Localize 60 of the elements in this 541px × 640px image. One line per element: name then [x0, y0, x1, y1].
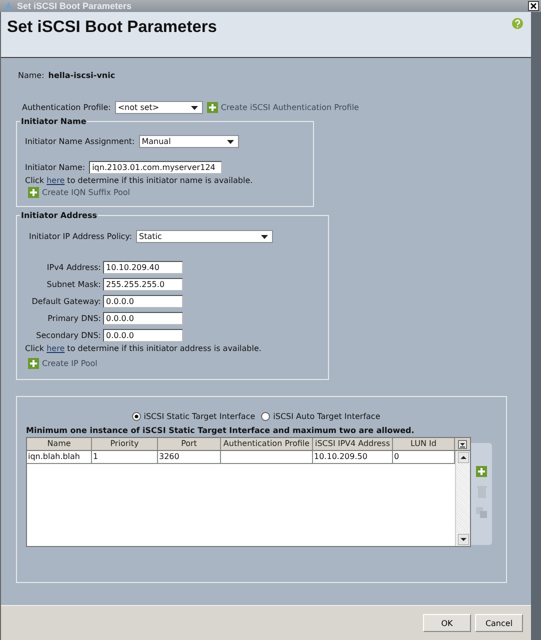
create-link[interactable]: Create IP Pool	[28, 358, 98, 369]
table-cell: 10.10.209.50	[313, 451, 393, 463]
table-cell: 1	[92, 451, 158, 463]
section-legend: Initiator Name	[20, 117, 88, 126]
radio-option[interactable]: iSCSI Auto Target Interface	[261, 412, 380, 421]
table-cell: iqn.blah.blah	[27, 451, 92, 463]
scroll-down-icon	[458, 534, 468, 545]
column-header[interactable]: Name	[27, 438, 92, 451]
input-field[interactable]: 0.0.0.0	[103, 295, 183, 308]
input-field[interactable]: iqn.2103.01.com.myserver124	[89, 161, 222, 174]
dropdown[interactable]: <not set>	[114, 101, 203, 114]
input-field[interactable]: 0.0.0.0	[103, 329, 183, 342]
column-header[interactable]: Priority	[92, 438, 158, 451]
field-label: IPv4 Address:	[46, 263, 101, 272]
section-legend: Initiator Address	[20, 211, 98, 220]
field-label: Subnet Mask:	[46, 280, 101, 289]
name-value: hella-iscsi-vnic	[48, 71, 116, 80]
dropdown[interactable]: Static	[136, 230, 274, 243]
create-link[interactable]: Create iSCSI Authentication Profile	[206, 102, 359, 113]
field-label: Initiator Name:	[25, 163, 86, 172]
dialog-title: Set iSCSI Boot Parameters	[7, 18, 217, 37]
input-field[interactable]: 10.10.209.40	[103, 261, 183, 274]
field-label: Initiator Name Assignment:	[25, 137, 135, 146]
field-label: Name:	[18, 71, 44, 80]
column-chooser-icon	[458, 440, 467, 448]
column-header[interactable]: Authentication Profile	[221, 438, 313, 451]
input-field[interactable]: 255.255.255.0	[103, 278, 183, 291]
radio-option[interactable]: iSCSI Static Target Interface	[132, 412, 256, 421]
app-icon	[4, 2, 13, 10]
here-link[interactable]: here	[46, 176, 65, 185]
plus-icon	[476, 466, 487, 477]
field-label: Initiator IP Address Policy:	[29, 232, 132, 241]
scroll-up-icon	[458, 452, 468, 463]
create-link[interactable]: Create IQN Suffix Pool	[28, 187, 130, 198]
column-header[interactable]: LUN Id	[393, 438, 455, 451]
input-field[interactable]: 0.0.0.0	[103, 312, 183, 325]
plus-icon	[28, 187, 39, 198]
column-header[interactable]: iSCSI IPV4 Address	[313, 438, 393, 451]
scrollbar[interactable]	[455, 451, 470, 546]
field-label: Authentication Profile:	[22, 103, 111, 112]
field-label: Primary DNS:	[46, 314, 101, 323]
caret-icon	[190, 106, 198, 110]
note-text: Minimum one instance of iSCSI Static Target Interface and maximum two are allowed.	[26, 426, 416, 435]
help-icon	[512, 18, 523, 29]
caret-icon	[261, 234, 268, 238]
field-label: Default Gateway:	[30, 297, 101, 306]
dropdown[interactable]: Manual	[138, 135, 239, 148]
caret-icon	[226, 140, 234, 144]
plus-icon	[28, 358, 39, 369]
plus-icon	[206, 102, 218, 113]
window-title: Set iSCSI Boot Parameters	[17, 1, 133, 11]
help-text: Click here to determine if this initiator name is available.	[25, 176, 254, 185]
copy-icon	[476, 507, 487, 518]
field-label: Secondary DNS:	[35, 331, 101, 340]
dialog-button[interactable]: OK	[423, 614, 471, 632]
help-text: Click here to determine if this initiator address is available.	[25, 344, 262, 353]
table-cell: 3260	[158, 451, 221, 463]
column-header[interactable]: Port	[158, 438, 221, 451]
dialog-button[interactable]: Cancel	[475, 614, 523, 632]
here-link[interactable]: here	[46, 344, 65, 353]
